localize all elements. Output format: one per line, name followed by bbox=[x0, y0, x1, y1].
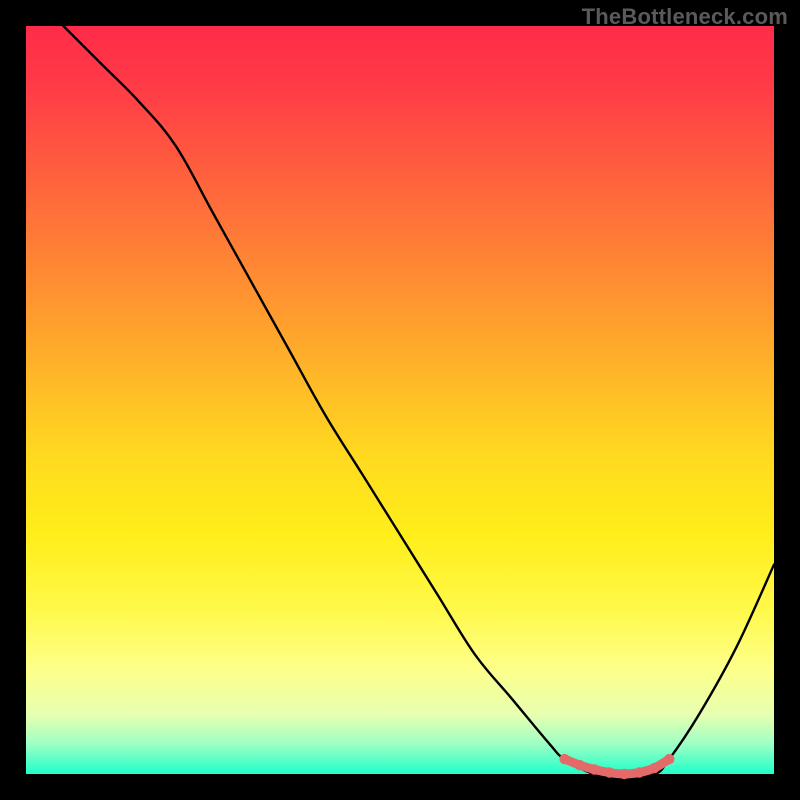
valley-dot bbox=[589, 764, 599, 774]
valley-dot bbox=[649, 763, 659, 773]
watermark-text: TheBottleneck.com bbox=[582, 4, 788, 30]
valley-dot bbox=[574, 760, 584, 770]
valley-dot bbox=[664, 754, 674, 764]
valley-dot bbox=[559, 754, 569, 764]
curve-layer bbox=[26, 26, 774, 774]
valley-dot bbox=[604, 767, 614, 777]
valley-dot bbox=[634, 767, 644, 777]
valley-dot bbox=[619, 769, 629, 779]
plot-area bbox=[26, 26, 774, 774]
chart-frame: TheBottleneck.com bbox=[0, 0, 800, 800]
main-curve bbox=[63, 26, 774, 775]
